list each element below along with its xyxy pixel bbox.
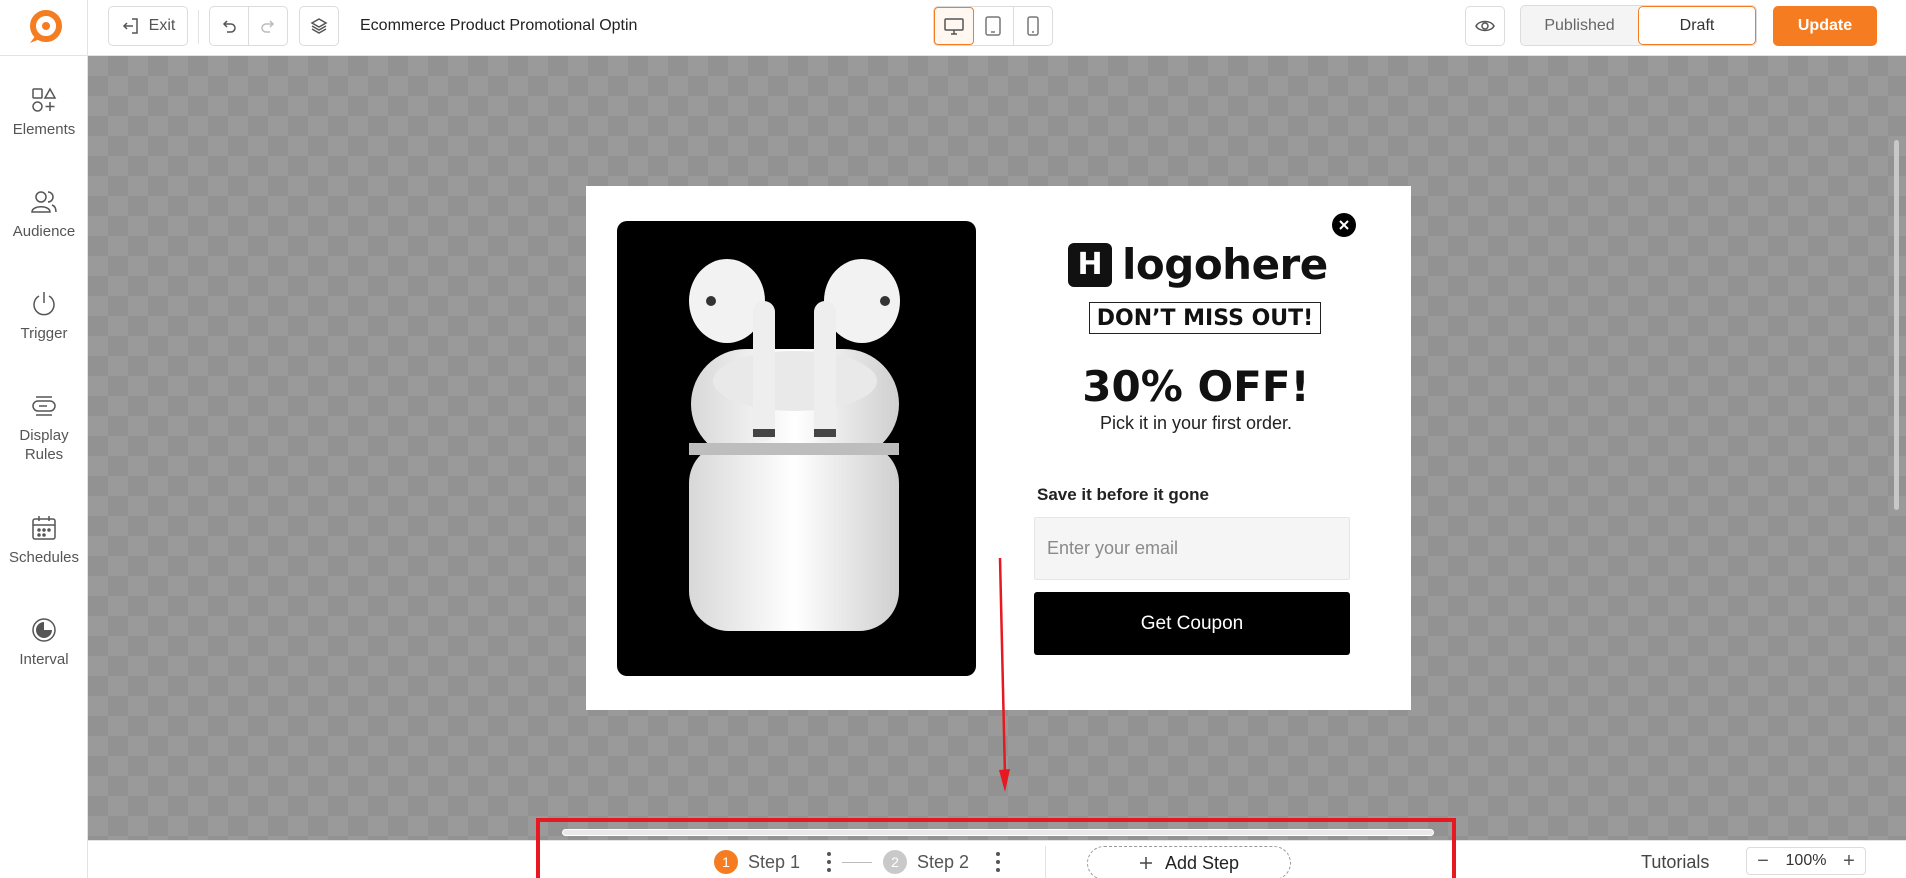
- popup-headline[interactable]: DON’T MISS OUT!: [1089, 302, 1321, 334]
- zoom-level: 100%: [1785, 852, 1827, 869]
- preview-button[interactable]: [1465, 6, 1505, 46]
- popup-close-button[interactable]: [1332, 213, 1356, 237]
- app-logo[interactable]: [0, 0, 88, 56]
- sidebar-item-interval[interactable]: Interval: [0, 616, 88, 669]
- device-switcher: [933, 6, 1053, 46]
- annotation-highlight-box: [536, 818, 1456, 878]
- sidebar-item-schedules[interactable]: Schedules: [0, 514, 88, 567]
- redo-button[interactable]: [248, 6, 288, 46]
- zoom-in-button[interactable]: +: [1841, 850, 1857, 873]
- layers-button[interactable]: [299, 6, 339, 46]
- draft-tab[interactable]: Draft: [1638, 6, 1756, 45]
- zoom-out-button[interactable]: −: [1755, 850, 1771, 873]
- sidebar-item-label: Display Rules: [19, 427, 69, 463]
- sidebar-item-audience[interactable]: Audience: [0, 188, 88, 241]
- published-tab[interactable]: Published: [1521, 6, 1638, 45]
- power-icon: [33, 292, 55, 316]
- sidebar-item-label: Interval: [19, 651, 69, 668]
- audience-icon: [31, 191, 57, 213]
- tablet-icon: [985, 16, 1002, 36]
- offer-subtext[interactable]: Pick it in your first order.: [1006, 413, 1386, 434]
- toolbar-divider: [198, 10, 199, 44]
- optinmonster-logo-icon: [29, 10, 62, 43]
- sidebar-item-label: Audience: [12, 223, 76, 240]
- sidebar-item-label: Elements: [12, 121, 76, 138]
- interval-icon: [32, 618, 56, 642]
- brand-mark: H: [1068, 242, 1112, 287]
- sidebar-item-elements[interactable]: Elements: [0, 86, 88, 139]
- offer-text[interactable]: 30% OFF!: [1006, 362, 1386, 411]
- tablet-view-button[interactable]: [974, 7, 1014, 45]
- annotation-arrow: [998, 557, 1010, 792]
- page-title[interactable]: Ecommerce Product Promotional Optin: [360, 17, 637, 35]
- layers-icon: [310, 18, 328, 34]
- earbuds-image: [689, 259, 900, 631]
- eye-icon: [1475, 20, 1495, 32]
- email-field-label[interactable]: Save it before it gone: [1037, 485, 1209, 505]
- calendar-icon: [32, 516, 56, 540]
- brand-logo[interactable]: H logohere: [1068, 240, 1328, 289]
- exit-icon: [122, 18, 138, 34]
- top-toolbar: Exit Ecommerce Product Promotional Optin: [0, 0, 1906, 56]
- publish-status-toggle: Published Draft: [1520, 5, 1757, 46]
- sidebar-item-label: Trigger: [20, 325, 68, 342]
- sidebar-item-display-rules[interactable]: Display Rules: [0, 392, 88, 464]
- update-button[interactable]: Update: [1773, 6, 1877, 46]
- sidebar-item-trigger[interactable]: Trigger: [0, 290, 88, 343]
- get-coupon-button[interactable]: Get Coupon: [1034, 592, 1350, 655]
- redo-icon: [261, 20, 275, 33]
- email-field[interactable]: [1034, 517, 1350, 580]
- tutorials-link[interactable]: Tutorials: [1641, 852, 1709, 873]
- sidebar-item-label: Schedules: [8, 549, 80, 566]
- exit-button[interactable]: Exit: [108, 6, 188, 46]
- close-icon: [1339, 220, 1349, 230]
- desktop-icon: [944, 18, 964, 35]
- left-sidebar: Elements Audience Trigger Display Rules …: [0, 56, 88, 878]
- mobile-icon: [1027, 16, 1039, 36]
- brand-name: logohere: [1122, 240, 1328, 289]
- undo-button[interactable]: [209, 6, 249, 46]
- zoom-control: − 100% +: [1746, 847, 1866, 875]
- undo-icon: [222, 20, 236, 33]
- mobile-view-button[interactable]: [1014, 7, 1052, 45]
- canvas-vertical-scrollbar[interactable]: [1894, 140, 1899, 510]
- elements-icon: [32, 87, 57, 112]
- display-rules-icon: [32, 396, 56, 416]
- exit-label: Exit: [148, 17, 176, 34]
- product-image[interactable]: [617, 221, 976, 676]
- desktop-view-button[interactable]: [934, 7, 975, 45]
